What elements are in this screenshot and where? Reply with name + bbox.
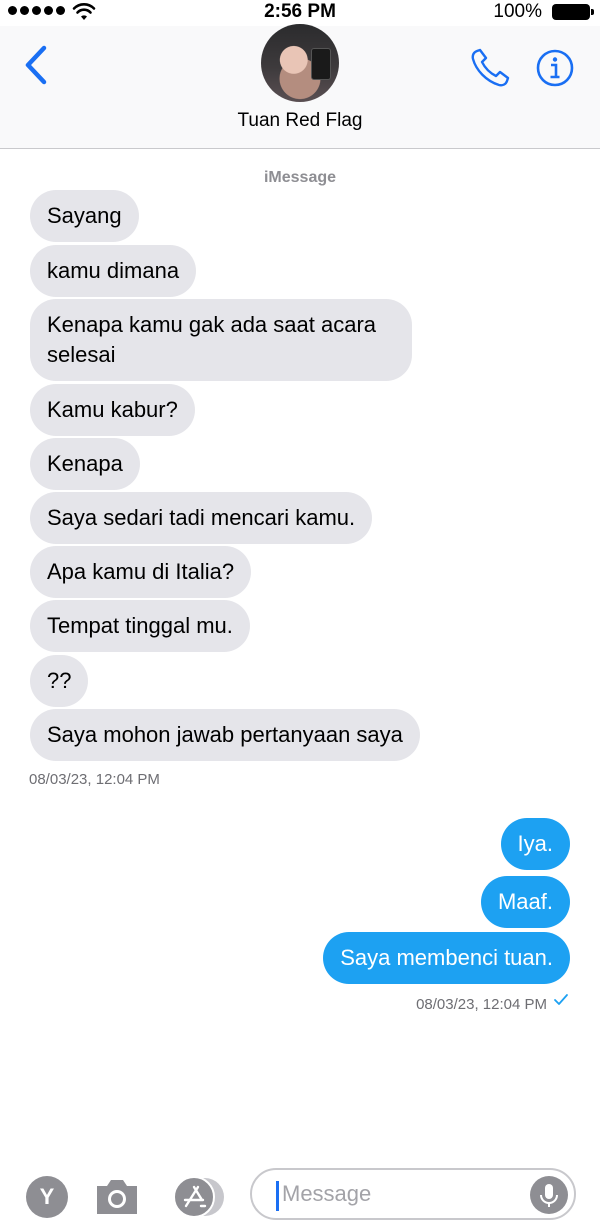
- incoming-message[interactable]: Kenapa: [30, 438, 140, 490]
- incoming-message[interactable]: Kamu kabur?: [30, 384, 195, 436]
- message-line: selesai: [47, 342, 116, 367]
- battery-icon: [552, 4, 594, 20]
- avatar-photo-detail: [311, 48, 331, 80]
- delivered-check-icon: [554, 994, 568, 1005]
- incoming-message[interactable]: ??: [30, 655, 89, 707]
- contact-name[interactable]: Tuan Red Flag: [0, 110, 600, 132]
- outgoing-timestamp: 08/03/23, 12:04 PM: [416, 996, 547, 1013]
- app-drawer-y-button[interactable]: Y: [26, 1176, 68, 1218]
- camera-icon[interactable]: [93, 1174, 141, 1218]
- message-composer: Y: [0, 1158, 600, 1225]
- back-button[interactable]: [18, 42, 58, 88]
- app-store-icon[interactable]: [172, 1176, 226, 1218]
- incoming-message[interactable]: Saya mohon jawab pertanyaan saya: [30, 709, 420, 761]
- incoming-message[interactable]: Tempat tinggal mu.: [30, 600, 250, 652]
- message-line: Kenapa kamu gak ada saat acara: [47, 312, 377, 337]
- status-bar: 2:56 PM 100%: [0, 0, 600, 26]
- incoming-message[interactable]: Saya sedari tadi mencari kamu.: [30, 492, 373, 544]
- battery-percentage: 100%: [493, 1, 542, 22]
- outgoing-message[interactable]: Maaf.: [480, 876, 570, 928]
- incoming-message[interactable]: Kenapa kamu gak ada saat acara selesai: [30, 299, 412, 381]
- incoming-message[interactable]: Sayang: [30, 190, 139, 242]
- contact-avatar[interactable]: [261, 24, 339, 102]
- text-cursor: [276, 1181, 279, 1211]
- message-input[interactable]: [282, 1176, 512, 1212]
- service-label: iMessage: [263, 169, 337, 186]
- outgoing-message[interactable]: Iya.: [500, 818, 570, 870]
- info-icon[interactable]: [535, 48, 575, 88]
- incoming-message[interactable]: Apa kamu di Italia?: [30, 546, 252, 598]
- incoming-timestamp: 08/03/23, 12:04 PM: [29, 771, 160, 788]
- outgoing-message[interactable]: Saya membenci tuan.: [323, 932, 570, 984]
- conversation-header: Tuan Red Flag: [0, 24, 600, 149]
- phone-call-icon[interactable]: [468, 46, 512, 90]
- incoming-message[interactable]: kamu dimana: [30, 245, 197, 297]
- microphone-icon[interactable]: [530, 1176, 568, 1214]
- message-input-field[interactable]: [250, 1168, 576, 1220]
